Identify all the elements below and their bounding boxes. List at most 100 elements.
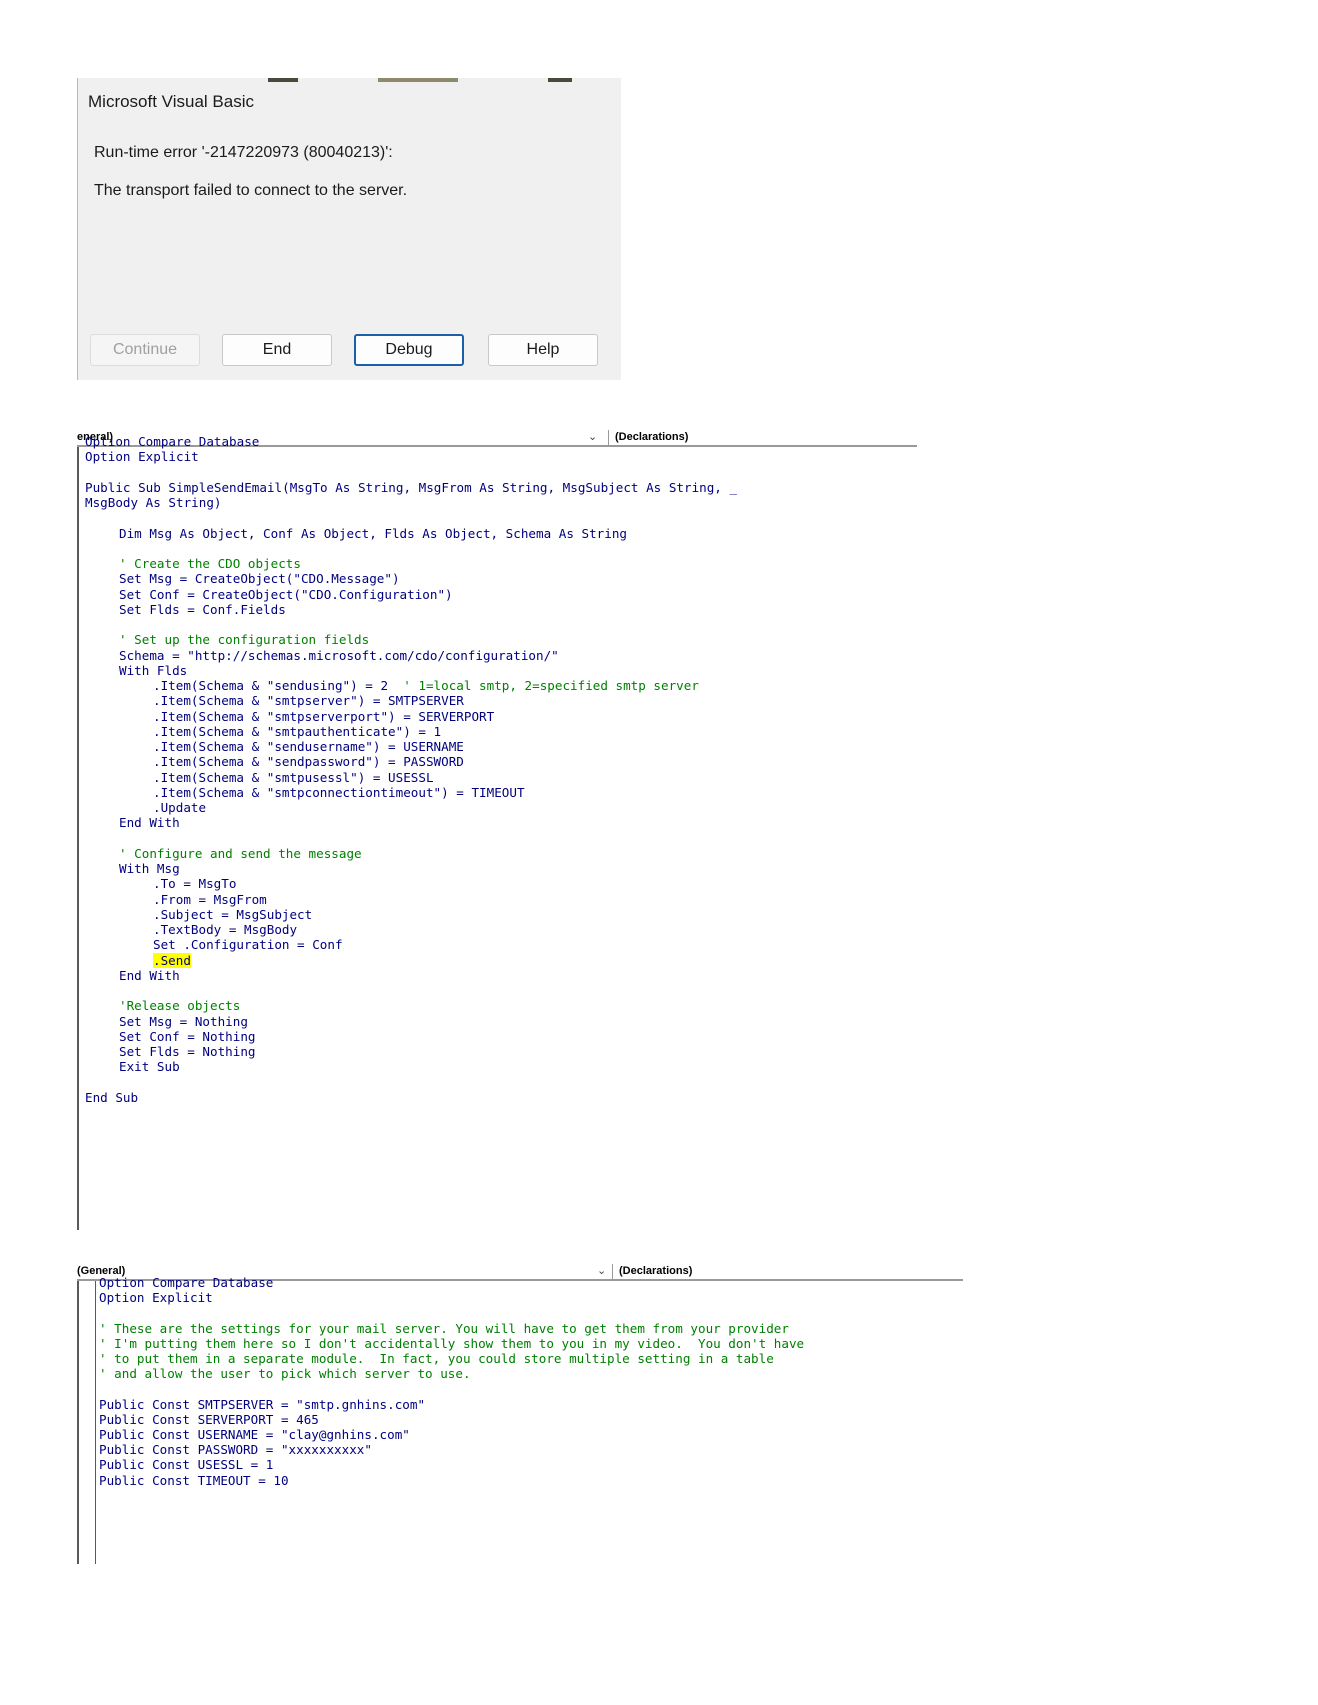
code-text: Option Compare Database <box>85 434 260 449</box>
code-comment: ' 1=local smtp, 2=specified smtp server <box>403 678 699 693</box>
code-text: With Flds <box>119 662 188 678</box>
code-text: .Item(Schema & "smtpserverport") = SERVE… <box>153 708 495 724</box>
code-text: Set Conf = Nothing <box>119 1028 256 1044</box>
code-text: MsgBody As String) <box>85 495 222 510</box>
code-line: .Item(Schema & "smtpserverport") = SERVE… <box>153 709 494 724</box>
code-text: ' These are the settings for your mail s… <box>99 1320 789 1336</box>
background-window-strip <box>78 78 621 83</box>
code-text: End Sub <box>85 1089 139 1105</box>
code-line: MsgBody As String) <box>85 495 221 510</box>
code-line: Option Compare Database <box>85 434 259 449</box>
code-text: Set Msg = Nothing <box>119 1013 248 1029</box>
code-line: ' Create the CDO objects <box>119 556 301 571</box>
code-text: Public Const SMTPSERVER = "smtp.gnhins.c… <box>99 1396 426 1412</box>
chevron-down-icon[interactable]: ⌄ <box>597 1264 606 1278</box>
code-text: .From = MsgFrom <box>153 891 267 907</box>
code-pane[interactable]: Option Compare Database Option Explicit Pu… <box>77 434 917 1230</box>
end-button[interactable]: End <box>222 334 332 366</box>
code-text: .Item(Schema & "sendpassword") = PASSWOR… <box>153 754 464 770</box>
code-line: .Subject = MsgSubject <box>153 907 312 922</box>
code-text: Public Const PASSWORD = "xxxxxxxxxx" <box>99 1442 372 1458</box>
code-text: Set Msg = CreateObject("CDO.Message") <box>119 571 400 587</box>
code-line: Option Compare Database <box>99 1275 273 1290</box>
code-line: ' Set up the configuration fields <box>119 632 369 647</box>
code-text: Set .Configuration = Conf <box>153 937 343 953</box>
code-line: Exit Sub <box>119 1059 180 1074</box>
procedure-combo[interactable]: (Declarations) <box>608 430 688 445</box>
code-line: .Send <box>153 952 191 968</box>
code-line: .Update <box>153 800 206 815</box>
code-line: End With <box>119 968 180 983</box>
code-text: Public Const TIMEOUT = 10 <box>99 1472 289 1488</box>
code-line: With Msg <box>119 861 180 876</box>
code-text: Set Conf = CreateObject("CDO.Configurati… <box>119 586 453 602</box>
code-text: .To = MsgTo <box>153 876 237 892</box>
code-text: .Subject = MsgSubject <box>153 906 313 922</box>
code-line: ' I'm putting them here so I don't accid… <box>99 1336 804 1351</box>
code-line: Public Const USERNAME = "clay@gnhins.com… <box>99 1427 410 1442</box>
code-line: 'Release objects <box>119 998 240 1013</box>
code-line: Public Const SMTPSERVER = "smtp.gnhins.c… <box>99 1397 425 1412</box>
code-text: Set Flds = Conf.Fields <box>119 601 286 617</box>
code-text: ' Configure and send the message <box>119 845 362 861</box>
code-window-mail-settings: (General) ⌄ (Declarations) Option Compar… <box>77 1264 963 1564</box>
code-line: Public Const USESSL = 1 <box>99 1457 273 1472</box>
code-text: Schema = "http://schemas.microsoft.com/c… <box>119 647 559 663</box>
code-window-send-email: eneral) ⌄ (Declarations) Option Compare … <box>77 430 917 1230</box>
code-line: Set Conf = Nothing <box>119 1029 255 1044</box>
code-line: Schema = "http://schemas.microsoft.com/c… <box>119 648 559 663</box>
procedure-combo[interactable]: (Declarations) <box>612 1264 692 1279</box>
code-line: ' Configure and send the message <box>119 846 362 861</box>
chevron-down-icon[interactable]: ⌄ <box>588 430 597 444</box>
code-text: 'Release objects <box>119 998 241 1014</box>
code-text: Option Explicit <box>85 449 199 465</box>
code-text: .Update <box>153 800 207 815</box>
procedure-combo-value: (Declarations) <box>615 431 689 443</box>
code-line: .Item(Schema & "sendusername") = USERNAM… <box>153 739 464 754</box>
code-line: Set Conf = CreateObject("CDO.Configurati… <box>119 587 453 602</box>
code-line: .From = MsgFrom <box>153 892 267 907</box>
code-text: Option Compare Database <box>99 1275 274 1290</box>
code-line: .TextBody = MsgBody <box>153 922 297 937</box>
code-line: Set Msg = Nothing <box>119 1014 248 1029</box>
code-line: Public Const PASSWORD = "xxxxxxxxxx" <box>99 1442 372 1457</box>
code-line: Option Explicit <box>85 449 199 464</box>
code-text: ' Set up the configuration fields <box>119 632 370 648</box>
code-text: End With <box>119 967 180 983</box>
code-line: ' and allow the user to pick which serve… <box>99 1366 471 1381</box>
code-text: Public Const USERNAME = "clay@gnhins.com… <box>99 1427 410 1442</box>
runtime-error-text: Run-time error '-2147220973 (80040213)': <box>94 144 393 161</box>
code-line: Public Const TIMEOUT = 10 <box>99 1473 289 1488</box>
code-line: .Item(Schema & "smtpconnectiontimeout") … <box>153 785 525 800</box>
dialog-title: Microsoft Visual Basic <box>88 92 254 111</box>
vba-error-dialog: Microsoft Visual Basic Run-time error '-… <box>77 78 621 380</box>
code-line: .Item(Schema & "sendusing") = 2 ' 1=loca… <box>153 678 699 693</box>
code-line: With Flds <box>119 663 187 678</box>
code-text: Set Flds = Nothing <box>119 1044 256 1059</box>
code-margin <box>95 1281 96 1564</box>
code-pane[interactable]: Option Compare Database Option Explicit ' … <box>77 1275 963 1564</box>
continue-button[interactable]: Continue <box>90 334 200 366</box>
code-line: End Sub <box>85 1090 138 1105</box>
code-line: Set .Configuration = Conf <box>153 937 343 952</box>
error-message-text: The transport failed to connect to the s… <box>94 182 408 199</box>
code-line: Set Flds = Conf.Fields <box>119 602 286 617</box>
code-line: .Item(Schema & "smtpusessl") = USESSL <box>153 770 434 785</box>
code-text: With Msg <box>119 861 180 876</box>
code-line: .Item(Schema & "smtpserver") = SMTPSERVE… <box>153 693 464 708</box>
code-line: Option Explicit <box>99 1290 213 1305</box>
code-text: ' and allow the user to pick which serve… <box>99 1366 471 1382</box>
code-line: End With <box>119 815 180 830</box>
code-text: Public Sub SimpleSendEmail(MsgTo As Stri… <box>85 479 738 495</box>
debug-button[interactable]: Debug <box>354 334 464 366</box>
code-line: Set Flds = Nothing <box>119 1044 255 1059</box>
code-line: Public Const SERVERPORT = 465 <box>99 1412 319 1427</box>
code-text: ' I'm putting them here so I don't accid… <box>99 1335 805 1351</box>
help-button[interactable]: Help <box>488 334 598 366</box>
code-text: .Item(Schema & "sendusername") = USERNAM… <box>153 739 464 754</box>
code-text: Public Const SERVERPORT = 465 <box>99 1411 319 1427</box>
code-line: .Item(Schema & "sendpassword") = PASSWOR… <box>153 754 464 769</box>
code-text: Exit Sub <box>119 1059 180 1075</box>
code-text: .Item(Schema & "smtpserver") = SMTPSERVE… <box>153 693 464 709</box>
code-line: Public Sub SimpleSendEmail(MsgTo As Stri… <box>85 480 737 495</box>
